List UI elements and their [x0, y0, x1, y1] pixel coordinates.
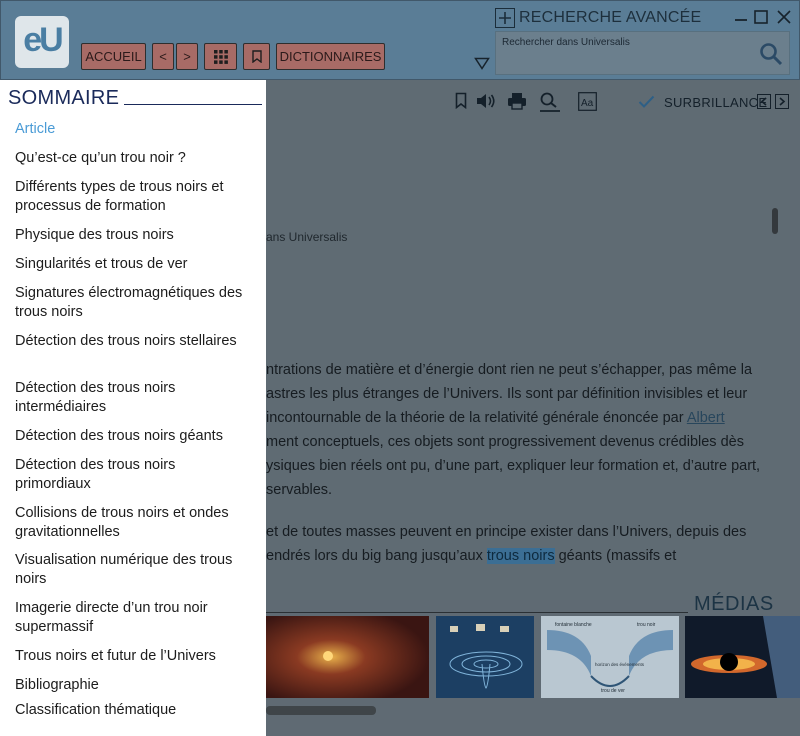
surbrillance-next-button[interactable] — [775, 94, 789, 109]
article-scrollbar[interactable] — [772, 208, 778, 234]
logo-text: eU — [23, 21, 63, 59]
diagram-label: trou noir — [637, 622, 656, 628]
sommaire-item[interactable]: Détection des trous noirs géants — [15, 427, 255, 446]
article-content: ans Universalis ntrations de matière et … — [266, 120, 790, 600]
medias-scrollbar[interactable] — [266, 706, 376, 715]
article-line-text: géants (massifs et — [554, 548, 677, 564]
medias-divider — [266, 612, 688, 613]
header-bar: eU ACCUEIL < > DICTIONNAIRES RECHERCHE A… — [0, 0, 800, 80]
article-line: servables. — [266, 482, 333, 498]
accueil-button[interactable]: ACCUEIL — [81, 43, 146, 70]
bookmark-button[interactable] — [243, 43, 270, 70]
search-icon[interactable] — [759, 42, 783, 66]
article-source: ans Universalis — [266, 230, 348, 244]
check-icon[interactable] — [638, 95, 655, 109]
recherche-avancee-label: RECHERCHE AVANCÉE — [519, 9, 702, 26]
close-icon[interactable] — [776, 9, 792, 25]
sommaire-panel: SOMMAIRE Article Qu’est-ce qu’un trou no… — [0, 80, 266, 736]
article-line: et de toutes masses peuvent en principe … — [266, 524, 747, 540]
sommaire-item[interactable]: Détection des trous noirs primordiaux — [15, 456, 255, 494]
sommaire-title: SOMMAIRE — [8, 87, 120, 109]
diagram-label: horizon des événements — [595, 662, 645, 667]
article-line: endrés lors du big bang jusqu’aux trous … — [266, 544, 676, 568]
sommaire-item[interactable]: Qu’est-ce qu’un trou noir ? — [15, 149, 255, 168]
sommaire-item[interactable]: Classification thématique — [15, 701, 255, 720]
article-line-text: incontournable de la théorie de la relat… — [266, 410, 687, 426]
plus-icon — [495, 8, 515, 28]
recherche-avancee-toggle[interactable]: RECHERCHE AVANCÉE — [495, 7, 701, 29]
triangle-down-icon[interactable] — [474, 57, 490, 70]
sommaire-divider — [124, 104, 262, 105]
surbrillance-label[interactable]: SURBRILLANCE — [664, 95, 767, 110]
grid-menu-button[interactable] — [204, 43, 237, 70]
media-thumbnail-wormhole[interactable]: fontaine blanche trou noir horizon des é… — [541, 616, 679, 698]
sommaire-item[interactable]: Détection des trous noirs stellaires — [15, 332, 255, 351]
sommaire-item[interactable]: Singularités et trous de ver — [15, 255, 255, 274]
app-window: eU ACCUEIL < > DICTIONNAIRES RECHERCHE A… — [0, 0, 800, 736]
article-line: astres les plus étranges de l’Univers. I… — [266, 386, 748, 402]
sommaire-item[interactable]: Signatures électromagnétiques des trous … — [15, 284, 255, 322]
maximize-icon[interactable] — [753, 9, 769, 25]
sommaire-item[interactable]: Trous noirs et futur de l’Univers — [15, 647, 255, 666]
bookmark-icon[interactable] — [455, 92, 467, 109]
font-size-icon[interactable]: Aa — [578, 92, 597, 111]
speaker-icon[interactable] — [476, 92, 496, 110]
chevron-left-icon — [760, 97, 767, 106]
svg-text:Aa: Aa — [581, 98, 594, 109]
prev-button[interactable]: < — [152, 43, 174, 70]
print-icon[interactable] — [507, 92, 527, 110]
article-line: ysiques bien réels ont pu, d’une part, e… — [266, 458, 761, 474]
search-input[interactable]: Rechercher dans Universalis — [495, 31, 790, 75]
search-person-icon[interactable] — [539, 92, 561, 112]
article-line: ntrations de matière et d’énergie dont r… — [266, 362, 753, 378]
sommaire-item[interactable]: Physique des trous noirs — [15, 226, 255, 245]
universalis-logo[interactable]: eU — [15, 16, 69, 68]
surbrillance-prev-button[interactable] — [757, 94, 771, 109]
bookmark-icon — [251, 50, 262, 63]
sommaire-item[interactable]: Détection des trous noirs intermédiaires — [15, 379, 255, 417]
media-thumbnail-diagram[interactable] — [436, 616, 534, 698]
article-line: ment conceptuels, ces objets sont progre… — [266, 434, 744, 450]
albert-link[interactable]: Albert — [687, 410, 725, 426]
article-line-text: endrés lors du big bang jusqu’aux — [266, 548, 487, 564]
media-thumbnail-galaxy[interactable] — [266, 616, 429, 698]
sommaire-item[interactable]: Collisions de trous noirs et ondes gravi… — [15, 504, 255, 542]
sommaire-item-article[interactable]: Article — [15, 120, 255, 139]
media-thumbnail-black-hole[interactable] — [685, 616, 800, 698]
sommaire-item[interactable]: Imagerie directe d’un trou noir supermas… — [15, 599, 255, 637]
sommaire-item[interactable]: Bibliographie — [15, 676, 255, 695]
next-button[interactable]: > — [176, 43, 198, 70]
diagram-label: trou de ver — [601, 688, 625, 694]
sommaire-item[interactable]: Visualisation numérique des trous noirs — [15, 551, 255, 589]
search-placeholder: Rechercher dans Universalis — [502, 37, 630, 48]
highlighted-term[interactable]: trous noirs — [486, 548, 555, 564]
chevron-right-icon — [779, 97, 786, 106]
sommaire-item[interactable]: Différents types de trous noirs et proce… — [15, 178, 255, 216]
grid-icon — [213, 49, 228, 64]
diagram-label: fontaine blanche — [555, 622, 592, 628]
article-line: incontournable de la théorie de la relat… — [266, 406, 725, 430]
medias-title: MÉDIAS — [694, 593, 774, 615]
minimize-icon[interactable] — [733, 9, 749, 25]
dictionnaires-button[interactable]: DICTIONNAIRES — [276, 43, 385, 70]
